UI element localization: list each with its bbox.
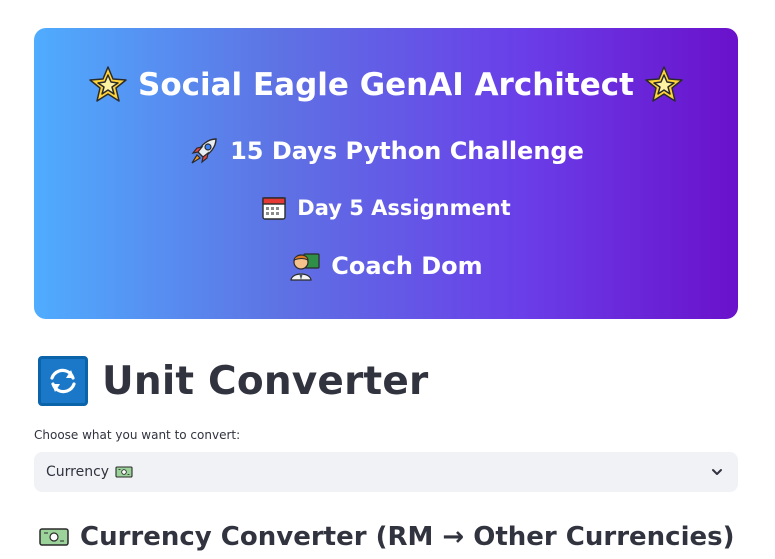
banknote-icon — [115, 466, 133, 478]
teacher-icon — [290, 253, 320, 281]
conversion-select-label: Choose what you want to convert: — [34, 428, 241, 442]
banner-coach-row: Coach Dom — [34, 249, 738, 283]
banner-assignment-row: Day 5 Assignment — [34, 192, 738, 224]
selected-option: Currency — [46, 464, 133, 480]
page-title: Unit Converter — [102, 358, 429, 404]
glowing-star-icon — [645, 66, 683, 102]
currency-converter-section-title: Currency Converter (RM → Other Currencie… — [38, 518, 735, 556]
banner-title-row: Social Eagle GenAI Architect — [34, 64, 738, 106]
page-title-row: Unit Converter — [38, 356, 428, 406]
section-title: Currency Converter (RM → Other Currencie… — [80, 522, 735, 552]
header-banner: Social Eagle GenAI Architect 15 Days Pyt… — [34, 28, 738, 319]
banner-challenge: 15 Days Python Challenge — [230, 137, 584, 165]
banner-assignment: Day 5 Assignment — [297, 196, 511, 220]
calendar-icon — [262, 197, 286, 220]
banner-title: Social Eagle GenAI Architect — [138, 67, 634, 103]
rocket-icon — [191, 138, 217, 164]
refresh-arrows-icon — [50, 368, 76, 394]
conversion-type-select[interactable]: Currency — [34, 452, 738, 492]
chevron-down-icon[interactable] — [710, 465, 724, 479]
banner-coach: Coach Dom — [331, 252, 483, 280]
page: Social Eagle GenAI Architect 15 Days Pyt… — [0, 0, 775, 559]
selected-option-label: Currency — [46, 464, 110, 480]
glowing-star-icon — [89, 66, 127, 102]
banknote-icon — [39, 528, 69, 546]
refresh-icon — [38, 356, 88, 406]
banner-challenge-row: 15 Days Python Challenge — [34, 133, 738, 169]
